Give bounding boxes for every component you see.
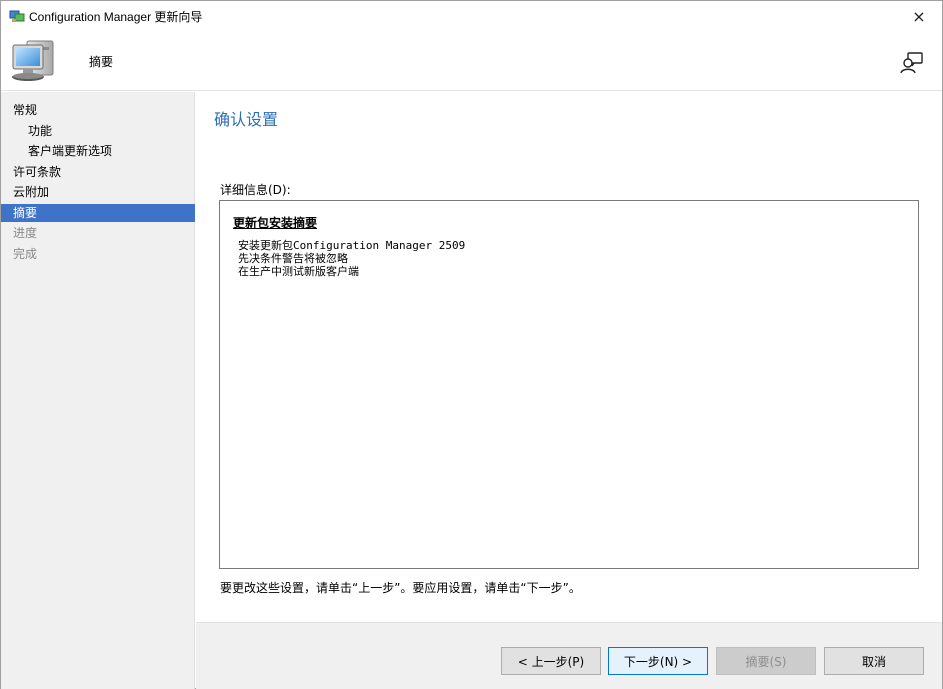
app-icon	[9, 10, 25, 22]
sidebar-item-summary[interactable]: 摘要	[1, 204, 195, 222]
back-button[interactable]: < 上一步(P)	[501, 647, 601, 675]
sidebar-item-general[interactable]: 常规	[1, 101, 195, 119]
summary-line: 先决条件警告将被忽略	[238, 252, 348, 265]
summary-heading: 更新包安装摘要	[233, 216, 318, 230]
page-heading: 确认设置	[214, 112, 279, 129]
sidebar-item-cloud-attach[interactable]: 云附加	[1, 183, 195, 201]
wizard-sidebar: 常规 功能 客户端更新选项 许可条款 云附加 摘要 进度 完成	[1, 92, 195, 689]
close-icon: ×	[912, 6, 926, 26]
sidebar-item-license-terms[interactable]: 许可条款	[1, 163, 195, 181]
next-button[interactable]: 下一步(N) >	[608, 647, 708, 675]
title-bar: Configuration Manager 更新向导 ×	[1, 1, 942, 31]
wizard-header: 摘要	[1, 31, 942, 91]
sidebar-item-client-update-options[interactable]: 客户端更新选项	[1, 142, 195, 160]
summary-button: 摘要(S)	[716, 647, 816, 675]
window-title: Configuration Manager 更新向导	[29, 10, 203, 24]
sidebar-item-features[interactable]: 功能	[1, 122, 195, 140]
details-textbox[interactable]: 更新包安装摘要 安装更新包Configuration Manager 2509 …	[219, 200, 919, 569]
summary-lines: 安装更新包Configuration Manager 2509 先决条件警告将被…	[238, 239, 465, 278]
instruction-text: 要更改这些设置，请单击“上一步”。要应用设置，请单击“下一步”。	[220, 581, 581, 595]
summary-line: 安装更新包Configuration Manager 2509	[238, 239, 466, 252]
wizard-window: Configuration Manager 更新向导 × 摘要 常规 功能 客户…	[0, 0, 943, 689]
sidebar-item-completion: 完成	[13, 247, 38, 261]
wizard-content: 确认设置 详细信息(D): 更新包安装摘要 安装更新包Configuration…	[196, 92, 942, 622]
cancel-button[interactable]: 取消	[824, 647, 924, 675]
sidebar-item-progress: 进度	[13, 226, 38, 240]
close-button[interactable]: ×	[896, 1, 942, 31]
computer-icon	[12, 40, 54, 81]
details-label: 详细信息(D):	[220, 183, 291, 197]
summary-line: 在生产中测试新版客户端	[238, 265, 359, 278]
help-person-icon[interactable]	[900, 51, 924, 75]
header-title: 摘要	[89, 55, 114, 69]
wizard-footer: < 上一步(P) 下一步(N) > 摘要(S) 取消	[196, 622, 942, 689]
